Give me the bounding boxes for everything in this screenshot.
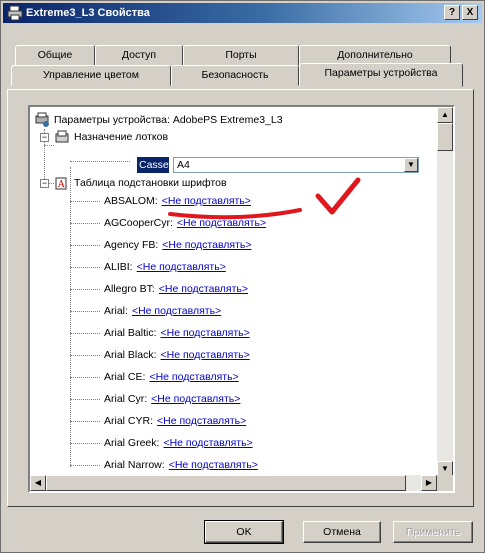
ok-button[interactable]: OK: [204, 520, 284, 544]
font-substitute-link[interactable]: <Не подставлять>: [177, 217, 266, 229]
font-row[interactable]: Arial: <Не подставлять>: [104, 303, 221, 319]
font-name: Arial CE:: [104, 371, 146, 383]
cancel-button[interactable]: Отмена: [303, 521, 381, 543]
font-substitute-link[interactable]: <Не подставлять>: [162, 239, 251, 251]
font-name: Arial CYR:: [104, 415, 154, 427]
font-row[interactable]: Arial Black: <Не подставлять>: [104, 347, 250, 363]
font-name: Allegro BT:: [104, 283, 155, 295]
font-name: Arial Black:: [104, 349, 157, 361]
svg-text:A: A: [57, 180, 65, 190]
tray-icon: [55, 130, 69, 143]
font-row[interactable]: ALIBI: <Не подставлять>: [104, 259, 226, 275]
printer-icon: [7, 5, 23, 21]
font-name: Arial Greek:: [104, 437, 160, 449]
horizontal-scrollbar[interactable]: ◀ ▶: [30, 475, 437, 491]
close-button[interactable]: X: [462, 5, 478, 20]
collapse-fonts-toggle[interactable]: −: [40, 179, 49, 188]
horizontal-scroll-thumb[interactable]: [46, 475, 406, 491]
cassette-label: Cassette:: [137, 157, 184, 173]
scroll-left-icon[interactable]: ◀: [30, 475, 46, 491]
window-title: Extreme3_L3 Свойства: [26, 7, 150, 19]
font-substitute-link[interactable]: <Не подставлять>: [161, 327, 250, 339]
tab-sharing[interactable]: Доступ: [95, 45, 183, 66]
font-row[interactable]: Agency FB: <Не подставлять>: [104, 237, 252, 253]
tab-ports[interactable]: Порты: [183, 45, 299, 66]
font-row[interactable]: Arial CE: <Не подставлять>: [104, 369, 239, 385]
scroll-corner: [437, 475, 453, 491]
cassette-select[interactable]: A4 ▼: [173, 157, 419, 173]
font-name: Arial Cyr:: [104, 393, 148, 405]
font-name: ALIBI:: [104, 261, 133, 273]
vertical-scroll-thumb[interactable]: [437, 123, 453, 151]
vertical-scrollbar[interactable]: ▲ ▼: [437, 107, 453, 477]
collapse-paper-toggle[interactable]: −: [40, 133, 49, 142]
printer-settings-icon: [35, 112, 49, 127]
font-row[interactable]: Arial Baltic: <Не подставлять>: [104, 325, 250, 341]
properties-dialog: Extreme3_L3 Свойства ? X Общие Доступ По…: [0, 0, 485, 553]
tree-root-label: Параметры устройства: AdobePS Extreme3_L…: [54, 114, 283, 126]
font-substitute-link[interactable]: <Не подставлять>: [132, 305, 221, 317]
font-substitute-link[interactable]: <Не подставлять>: [137, 261, 226, 273]
apply-button[interactable]: Применить: [393, 521, 473, 543]
tab-color-management[interactable]: Управление цветом: [11, 65, 171, 86]
font-row[interactable]: AGCooperCyr: <Не подставлять>: [104, 215, 266, 231]
font-substitute-link[interactable]: <Не подставлять>: [169, 459, 258, 471]
font-name: ABSALOM:: [104, 195, 158, 207]
paper-section-label: Назначение лотков: [74, 131, 169, 143]
font-substitute-link[interactable]: <Не подставлять>: [157, 415, 246, 427]
font-name: Agency FB:: [104, 239, 159, 251]
tab-security[interactable]: Безопасность: [171, 65, 299, 86]
font-row[interactable]: Arial CYR: <Не подставлять>: [104, 413, 246, 429]
font-substitute-link[interactable]: <Не подставлять>: [149, 371, 238, 383]
scroll-up-icon[interactable]: ▲: [437, 107, 453, 123]
font-table-icon: A: [55, 177, 67, 190]
font-substitute-link[interactable]: <Не подставлять>: [162, 195, 251, 207]
cassette-value: A4: [177, 159, 190, 171]
font-substitute-link[interactable]: <Не подставлять>: [159, 283, 248, 295]
font-row[interactable]: Allegro BT: <Не подставлять>: [104, 281, 248, 297]
font-row[interactable]: Arial Cyr: <Не подставлять>: [104, 391, 240, 407]
font-name: AGCooperCyr:: [104, 217, 173, 229]
font-section-label: Таблица подстановки шрифтов: [74, 177, 227, 189]
help-button[interactable]: ?: [444, 5, 460, 20]
tab-strip: Общие Доступ Порты Дополнительно Управле…: [7, 27, 469, 93]
font-name: Arial Narrow:: [104, 459, 165, 471]
font-row[interactable]: Arial Narrow: <Не подставлять>: [104, 457, 258, 473]
tab-general[interactable]: Общие: [15, 45, 95, 66]
font-substitute-link[interactable]: <Не подставлять>: [151, 393, 240, 405]
font-row[interactable]: ABSALOM: <Не подставлять>: [104, 193, 251, 209]
font-name: Arial:: [104, 305, 128, 317]
chevron-down-icon[interactable]: ▼: [404, 158, 418, 172]
font-row[interactable]: Arial Greek: <Не подставлять>: [104, 435, 253, 451]
scroll-right-icon[interactable]: ▶: [421, 475, 437, 491]
font-substitute-link[interactable]: <Не подставлять>: [163, 437, 252, 449]
font-name: Arial Baltic:: [104, 327, 157, 339]
title-bar[interactable]: Extreme3_L3 Свойства ? X: [3, 3, 482, 23]
tab-device-settings[interactable]: Параметры устройства: [299, 63, 463, 87]
font-substitute-link[interactable]: <Не подставлять>: [161, 349, 250, 361]
cassette-row: Cassette: A4 ▼: [137, 157, 427, 173]
